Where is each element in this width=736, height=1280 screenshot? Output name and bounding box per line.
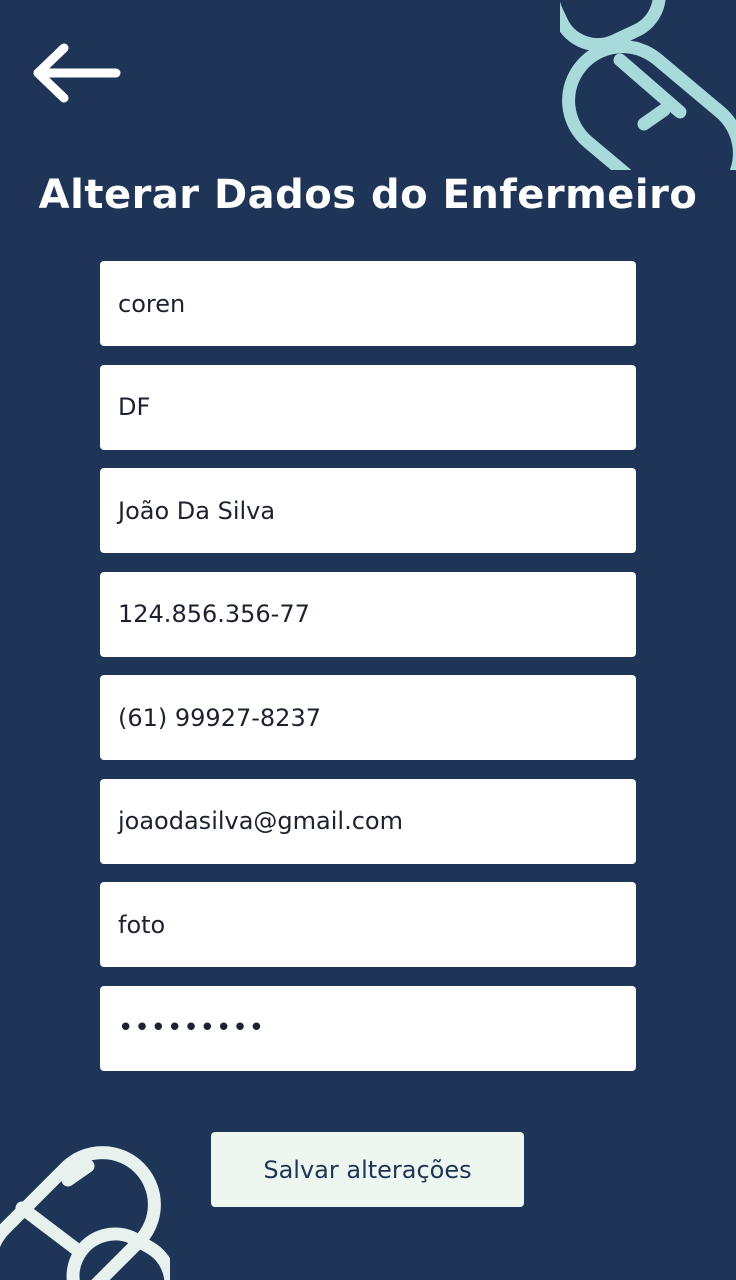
email-field[interactable]: joaodasilva@gmail.com xyxy=(100,778,636,864)
save-button[interactable]: Salvar alterações xyxy=(211,1132,524,1207)
cpf-field[interactable]: 124.856.356-77 xyxy=(100,571,636,657)
phone-field[interactable]: (61) 99927-8237 xyxy=(100,675,636,760)
coren-field[interactable]: coren xyxy=(100,261,636,346)
arrow-left-icon xyxy=(33,43,121,103)
photo-field[interactable]: foto xyxy=(100,882,636,967)
uf-field[interactable]: DF xyxy=(100,364,636,450)
capsule-icon xyxy=(560,0,736,170)
capsule-icon xyxy=(0,1146,170,1280)
nurse-form: coren DF João Da Silva 124.856.356-77 (6… xyxy=(100,261,636,1089)
back-button[interactable] xyxy=(26,38,126,108)
password-field[interactable]: ••••••••• xyxy=(100,985,636,1071)
page-title: Alterar Dados do Enfermeiro xyxy=(38,172,698,218)
name-field[interactable]: João Da Silva xyxy=(100,468,636,553)
